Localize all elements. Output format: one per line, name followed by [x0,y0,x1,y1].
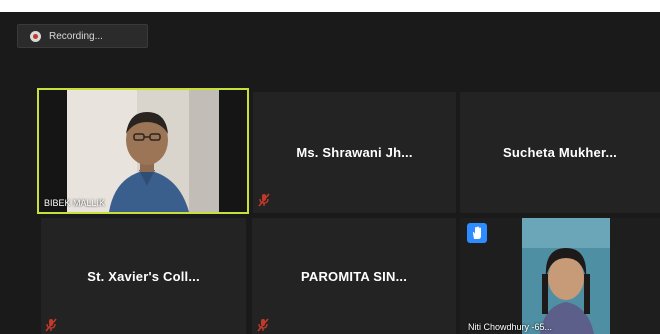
participant-name: Sucheta Mukher... [503,145,617,160]
recording-label: Recording... [49,30,103,42]
participant-name: Ms. Shrawani Jh... [296,145,413,160]
participant-tile[interactable]: PAROMITA SIN... [252,218,456,334]
top-strip [0,0,660,12]
participant-name: BIBEK MALLIK [44,198,106,208]
recording-indicator[interactable]: Recording... [17,24,148,48]
participant-video [522,218,610,334]
participant-name: Niti Chowdhury -65... [468,322,553,332]
recording-icon [30,30,41,42]
participant-name: PAROMITA SIN... [300,268,408,284]
raise-hand-icon [467,223,487,243]
muted-microphone-icon [256,318,270,332]
participant-tile[interactable]: St. Xavier's Coll... [41,218,246,334]
muted-microphone-icon [257,193,271,207]
participant-tile[interactable]: Ms. Shrawani Jh... [253,92,456,213]
participant-video: BIBEK MALLIK [39,90,247,212]
video-frame-image [522,218,610,334]
participant-tile-active[interactable]: BIBEK MALLIK [37,88,249,214]
muted-microphone-icon [44,318,58,332]
participant-tile[interactable]: Sucheta Mukher... [460,92,660,213]
participant-tile[interactable]: Niti Chowdhury -65... [460,218,660,334]
video-frame-image [39,90,247,212]
participant-name: St. Xavier's Coll... [87,268,200,284]
